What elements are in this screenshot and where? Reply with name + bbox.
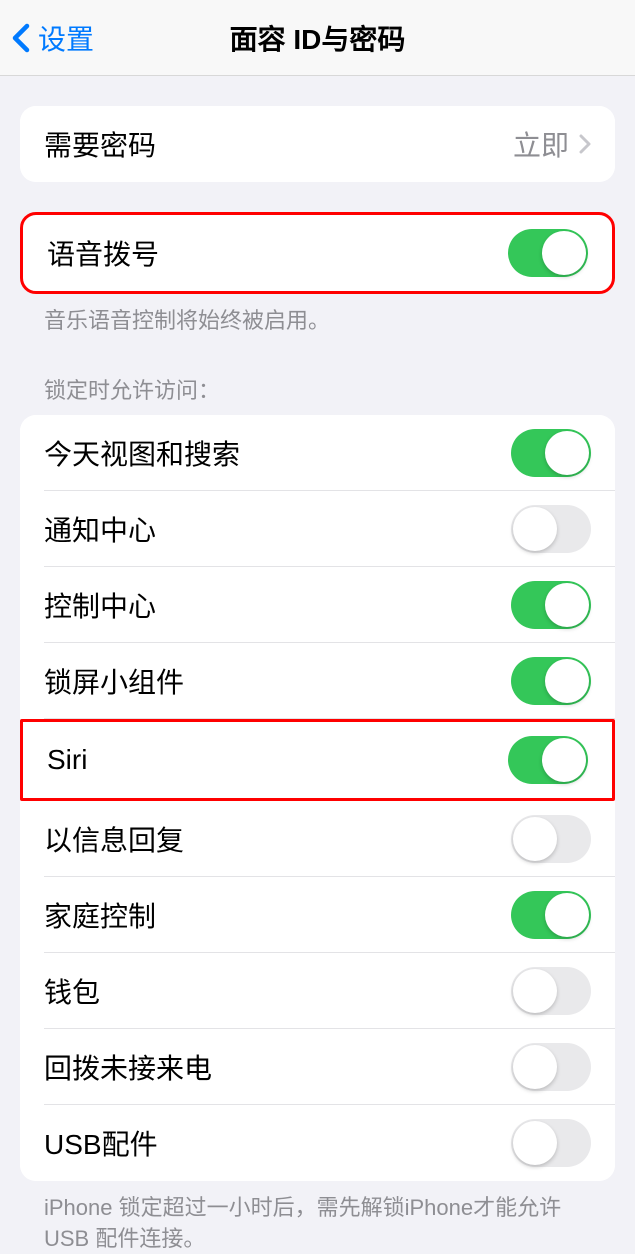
- require-passcode-section: 需要密码 立即: [20, 106, 615, 182]
- lock-row-5: 以信息回复: [20, 801, 615, 877]
- lock-row-8: 回拨未接来电: [20, 1029, 615, 1105]
- lock-row-toggle[interactable]: [511, 657, 591, 705]
- lock-access-header: 锁定时允许访问：: [0, 337, 635, 415]
- lock-row-toggle[interactable]: [511, 505, 591, 553]
- chevron-right-icon: [579, 134, 591, 154]
- usb-footer: iPhone 锁定超过一小时后，需先解锁iPhone才能允许USB 配件连接。: [0, 1181, 635, 1254]
- lock-row-toggle[interactable]: [511, 1043, 591, 1091]
- lock-row-label: Siri: [47, 744, 87, 776]
- back-button[interactable]: 设置: [0, 18, 94, 58]
- voice-dial-section: 语音拨号: [20, 212, 615, 294]
- lock-row-label: 回拨未接来电: [44, 1047, 212, 1087]
- voice-dial-label: 语音拨号: [47, 233, 159, 273]
- lock-row-toggle[interactable]: [511, 815, 591, 863]
- lock-row-toggle[interactable]: [511, 581, 591, 629]
- lock-row-label: 控制中心: [44, 585, 156, 625]
- lock-row-label: 以信息回复: [44, 819, 184, 859]
- lock-row-6: 家庭控制: [20, 877, 615, 953]
- lock-row-toggle[interactable]: [511, 967, 591, 1015]
- lock-row-toggle[interactable]: [511, 891, 591, 939]
- back-label: 设置: [38, 18, 94, 58]
- lock-row-0: 今天视图和搜索: [20, 415, 615, 491]
- lock-row-toggle[interactable]: [511, 429, 591, 477]
- page-title: 面容 ID与密码: [0, 18, 635, 58]
- lock-row-toggle[interactable]: [508, 736, 588, 784]
- lock-row-label: 钱包: [44, 971, 100, 1011]
- navigation-bar: 设置 面容 ID与密码: [0, 0, 635, 76]
- voice-dial-row: 语音拨号: [23, 215, 612, 291]
- require-passcode-value: 立即: [513, 124, 569, 164]
- lock-row-9: USB配件: [20, 1105, 615, 1181]
- require-passcode-label: 需要密码: [44, 124, 156, 164]
- lock-access-section: 今天视图和搜索通知中心控制中心锁屏小组件 Siri 以信息回复家庭控制钱包回拨未接来…: [20, 415, 615, 1181]
- lock-row-4: Siri: [23, 722, 612, 798]
- lock-row-1: 通知中心: [20, 491, 615, 567]
- voice-dial-toggle[interactable]: [508, 229, 588, 277]
- lock-row-label: 今天视图和搜索: [44, 433, 240, 473]
- lock-row-7: 钱包: [20, 953, 615, 1029]
- lock-row-2: 控制中心: [20, 567, 615, 643]
- lock-row-3: 锁屏小组件: [20, 643, 615, 719]
- require-passcode-row[interactable]: 需要密码 立即: [20, 106, 615, 182]
- lock-row-toggle[interactable]: [511, 1119, 591, 1167]
- lock-row-label: 锁屏小组件: [44, 661, 184, 701]
- lock-row-label: 通知中心: [44, 509, 156, 549]
- back-chevron-icon: [12, 23, 30, 53]
- voice-dial-footer: 音乐语音控制将始终被启用。: [0, 294, 635, 337]
- lock-row-label: 家庭控制: [44, 895, 156, 935]
- lock-row-label: USB配件: [44, 1123, 158, 1163]
